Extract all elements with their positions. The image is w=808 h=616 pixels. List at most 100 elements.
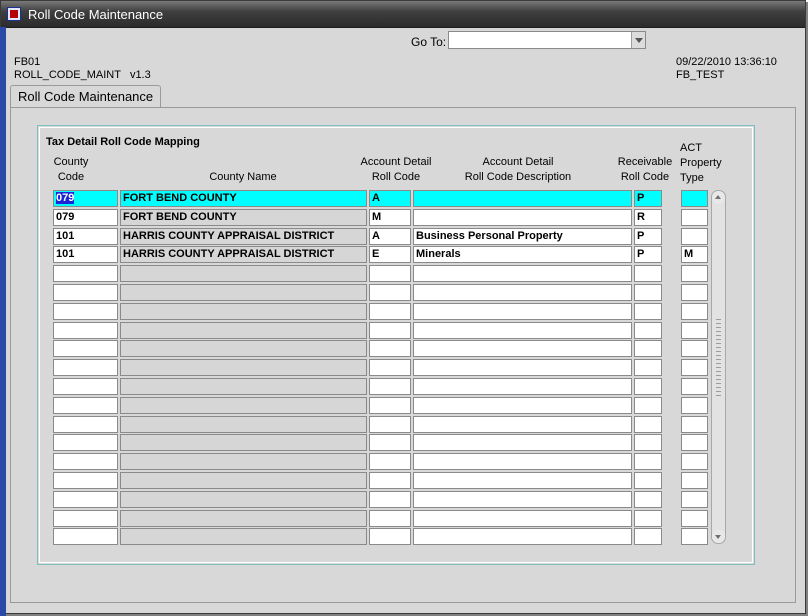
county-name-field[interactable]: [120, 434, 367, 451]
receivable-roll-code-field[interactable]: R: [634, 209, 662, 226]
account-roll-code-field[interactable]: [369, 378, 411, 395]
grid-scrollbar[interactable]: [711, 190, 726, 544]
receivable-roll-code-field[interactable]: [634, 528, 662, 545]
receivable-roll-code-field[interactable]: [634, 397, 662, 414]
account-roll-code-field[interactable]: [369, 453, 411, 470]
act-property-type-field[interactable]: [681, 510, 708, 527]
act-property-type-field[interactable]: [681, 190, 708, 207]
act-property-type-field[interactable]: M: [681, 246, 708, 263]
act-property-type-field[interactable]: [681, 303, 708, 320]
arrow-down-icon[interactable]: [712, 530, 725, 543]
receivable-roll-code-field[interactable]: [634, 510, 662, 527]
act-property-type-field[interactable]: [681, 397, 708, 414]
account-roll-code-field[interactable]: [369, 397, 411, 414]
account-roll-description-field[interactable]: [413, 378, 632, 395]
county-code-field[interactable]: [53, 265, 118, 282]
account-roll-description-field[interactable]: [413, 453, 632, 470]
account-roll-description-field[interactable]: [413, 491, 632, 508]
act-property-type-field[interactable]: [681, 209, 708, 226]
account-roll-description-field[interactable]: [413, 190, 632, 207]
county-code-field[interactable]: [53, 491, 118, 508]
scroll-thumb-grip[interactable]: [716, 319, 721, 399]
county-name-field[interactable]: FORT BEND COUNTY: [120, 209, 367, 226]
county-code-field[interactable]: [53, 322, 118, 339]
county-name-field[interactable]: [120, 510, 367, 527]
county-name-field[interactable]: [120, 284, 367, 301]
receivable-roll-code-field[interactable]: [634, 284, 662, 301]
account-roll-code-field[interactable]: [369, 416, 411, 433]
account-roll-code-field[interactable]: [369, 265, 411, 282]
account-roll-code-field[interactable]: A: [369, 228, 411, 245]
county-code-field[interactable]: [53, 284, 118, 301]
account-roll-description-field[interactable]: Minerals: [413, 246, 632, 263]
county-code-field[interactable]: 079: [53, 209, 118, 226]
county-code-field[interactable]: [53, 359, 118, 376]
receivable-roll-code-field[interactable]: [634, 416, 662, 433]
account-roll-description-field[interactable]: [413, 303, 632, 320]
county-name-field[interactable]: [120, 359, 367, 376]
account-roll-description-field[interactable]: [413, 472, 632, 489]
account-roll-code-field[interactable]: [369, 322, 411, 339]
account-roll-code-field[interactable]: [369, 491, 411, 508]
county-code-field[interactable]: [53, 397, 118, 414]
account-roll-code-field[interactable]: M: [369, 209, 411, 226]
county-name-field[interactable]: [120, 378, 367, 395]
account-roll-description-field[interactable]: [413, 416, 632, 433]
receivable-roll-code-field[interactable]: [634, 303, 662, 320]
account-roll-code-field[interactable]: [369, 284, 411, 301]
act-property-type-field[interactable]: [681, 528, 708, 545]
county-code-field[interactable]: [53, 340, 118, 357]
county-name-field[interactable]: [120, 453, 367, 470]
receivable-roll-code-field[interactable]: [634, 491, 662, 508]
county-name-field[interactable]: [120, 416, 367, 433]
account-roll-code-field[interactable]: [369, 472, 411, 489]
account-roll-description-field[interactable]: [413, 322, 632, 339]
receivable-roll-code-field[interactable]: [634, 453, 662, 470]
receivable-roll-code-field[interactable]: [634, 359, 662, 376]
county-code-field[interactable]: [53, 303, 118, 320]
receivable-roll-code-field[interactable]: P: [634, 228, 662, 245]
act-property-type-field[interactable]: [681, 340, 708, 357]
account-roll-description-field[interactable]: [413, 510, 632, 527]
county-code-field[interactable]: [53, 510, 118, 527]
county-code-field[interactable]: [53, 472, 118, 489]
county-code-field[interactable]: [53, 378, 118, 395]
act-property-type-field[interactable]: [681, 416, 708, 433]
county-name-field[interactable]: [120, 397, 367, 414]
tab-roll-code-maintenance[interactable]: Roll Code Maintenance: [10, 85, 162, 108]
county-name-field[interactable]: [120, 322, 367, 339]
receivable-roll-code-field[interactable]: P: [634, 246, 662, 263]
account-roll-code-field[interactable]: [369, 303, 411, 320]
account-roll-description-field[interactable]: [413, 284, 632, 301]
account-roll-description-field[interactable]: Business Personal Property: [413, 228, 632, 245]
county-code-field[interactable]: 079: [53, 190, 118, 207]
receivable-roll-code-field[interactable]: [634, 434, 662, 451]
act-property-type-field[interactable]: [681, 228, 708, 245]
county-code-field[interactable]: [53, 453, 118, 470]
act-property-type-field[interactable]: [681, 378, 708, 395]
receivable-roll-code-field[interactable]: P: [634, 190, 662, 207]
goto-select[interactable]: [448, 31, 646, 49]
receivable-roll-code-field[interactable]: [634, 378, 662, 395]
county-name-field[interactable]: [120, 472, 367, 489]
county-name-field[interactable]: [120, 265, 367, 282]
chevron-down-icon[interactable]: [631, 32, 645, 48]
account-roll-description-field[interactable]: [413, 528, 632, 545]
county-name-field[interactable]: FORT BEND COUNTY: [120, 190, 367, 207]
arrow-up-icon[interactable]: [712, 191, 725, 204]
account-roll-description-field[interactable]: [413, 434, 632, 451]
county-name-field[interactable]: [120, 491, 367, 508]
account-roll-description-field[interactable]: [413, 209, 632, 226]
account-roll-code-field[interactable]: [369, 510, 411, 527]
receivable-roll-code-field[interactable]: [634, 340, 662, 357]
account-roll-code-field[interactable]: [369, 359, 411, 376]
county-name-field[interactable]: HARRIS COUNTY APPRAISAL DISTRICT: [120, 228, 367, 245]
account-roll-description-field[interactable]: [413, 340, 632, 357]
receivable-roll-code-field[interactable]: [634, 265, 662, 282]
receivable-roll-code-field[interactable]: [634, 472, 662, 489]
account-roll-code-field[interactable]: [369, 434, 411, 451]
account-roll-code-field[interactable]: E: [369, 246, 411, 263]
account-roll-description-field[interactable]: [413, 397, 632, 414]
county-name-field[interactable]: HARRIS COUNTY APPRAISAL DISTRICT: [120, 246, 367, 263]
county-code-field[interactable]: [53, 528, 118, 545]
